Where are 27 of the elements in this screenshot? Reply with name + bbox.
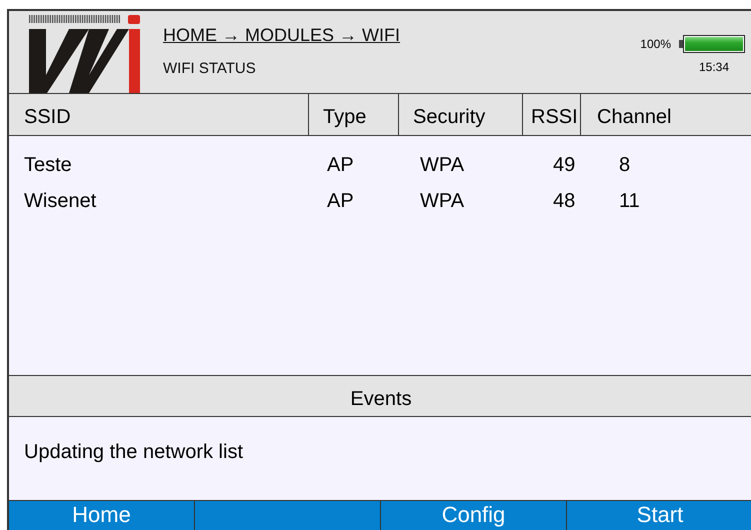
table-cell: Teste [24, 154, 72, 176]
event-message: Updating the network list [24, 441, 244, 463]
table-cell: 8 [619, 154, 630, 176]
table-cell: AP [327, 190, 354, 212]
column-header: Channel [596, 105, 673, 130]
events-header: Events [9, 376, 751, 417]
breadcrumb-link[interactable]: HOME → MODULES → WIFI [163, 25, 400, 46]
table-cell: 48 [553, 190, 576, 212]
table-cell: 11 [619, 190, 640, 212]
table-cell: WPA [420, 190, 464, 212]
table-cell: AP [327, 154, 354, 176]
column-header: Type [309, 94, 399, 135]
column-header: RSSI [523, 94, 581, 135]
softkey-button[interactable]: Config [381, 501, 567, 530]
table-cell: WPA [420, 154, 464, 176]
softkey-button[interactable]: Home [9, 501, 195, 530]
page-title: WIFI STATUS [163, 60, 257, 77]
column-header: SSID [9, 94, 309, 135]
battery-percent: 100% [640, 37, 671, 51]
clock-time: 15:34 [698, 60, 729, 74]
table-cell: 49 [553, 154, 576, 176]
table-cell: Wisenet [24, 190, 96, 212]
softkey-button[interactable]: Start [567, 501, 751, 530]
column-header: Security [399, 94, 523, 135]
battery-icon [679, 35, 745, 53]
blank-softkey-button[interactable] [195, 501, 381, 530]
logo-icon [29, 15, 143, 93]
